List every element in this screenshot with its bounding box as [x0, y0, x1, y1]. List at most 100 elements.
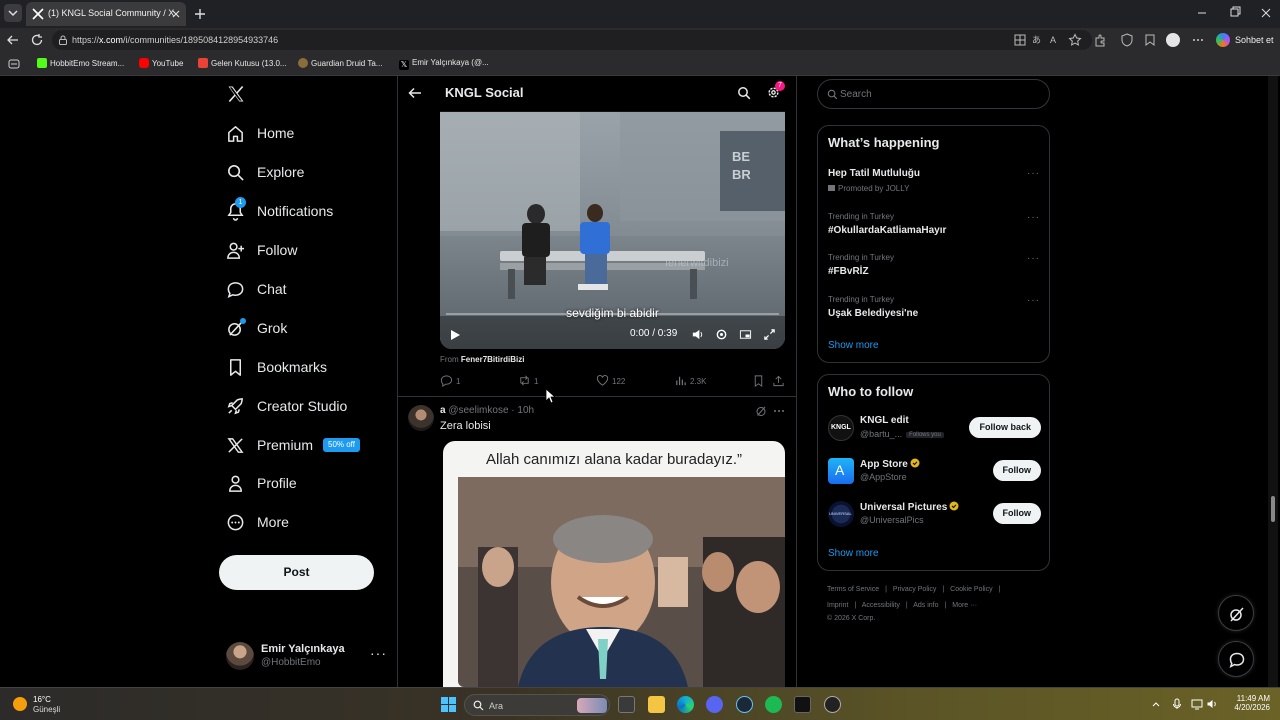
copilot-chat-button[interactable]: Sohbet et [1214, 31, 1274, 49]
refresh-icon[interactable] [30, 33, 44, 47]
show-more-link[interactable]: Show more [828, 340, 879, 351]
url-field[interactable]: https://x.com/i/communities/189508412895… [52, 30, 1092, 50]
settings-gear-icon[interactable] [715, 328, 728, 341]
nav-home[interactable]: Home [226, 121, 396, 147]
video-progress-track[interactable] [446, 313, 779, 315]
search-field[interactable] [817, 79, 1050, 109]
spotify-icon[interactable] [765, 696, 782, 713]
more-options-icon[interactable] [1191, 33, 1205, 47]
cookie-link[interactable]: Cookie Policy [950, 586, 992, 593]
volume-icon[interactable] [691, 328, 704, 341]
bookmark-item[interactable]: YouTube [139, 58, 183, 70]
restore-icon[interactable] [1225, 5, 1243, 21]
play-icon[interactable] [448, 328, 462, 342]
nav-profile[interactable]: Profile [226, 471, 396, 497]
obs-icon[interactable] [824, 696, 841, 713]
video-player[interactable]: BE BR fenerwitdibizi sevdiğim bi abidir … [440, 111, 785, 349]
nav-follow[interactable]: Follow [226, 238, 396, 264]
pip-icon[interactable] [739, 328, 752, 341]
trend-item[interactable]: Trending in Turkey Uşak Belediyesi'ne ··… [828, 295, 1043, 327]
grok-analyze-icon[interactable] [755, 405, 767, 417]
back-arrow-icon[interactable] [6, 33, 20, 47]
windows-start-icon[interactable] [440, 696, 457, 713]
follow-suggestion[interactable]: KNGL KNGL edit @bartu_... Follows you Fol… [828, 413, 1043, 443]
ads-info-link[interactable]: Ads info [913, 602, 938, 609]
trend-more-icon[interactable]: ··· [1027, 212, 1040, 223]
trend-more-icon[interactable]: ··· [1027, 168, 1040, 179]
footer-more-link[interactable]: More ··· [952, 602, 977, 609]
bookmark-item[interactable]: Guardian Druid Ta... [298, 58, 382, 70]
nav-chat[interactable]: Chat [226, 277, 396, 303]
post-more-icon[interactable] [773, 405, 785, 417]
chevron-up-icon[interactable] [1150, 698, 1162, 710]
network-icon[interactable] [1191, 698, 1203, 710]
bookmark-item[interactable]: 𝕏 Emir Yalçınkaya (@... [399, 58, 489, 70]
accessibility-link[interactable]: Accessibility [862, 602, 900, 609]
nav-notifications[interactable]: 1 Notifications [226, 197, 396, 225]
file-explorer-icon[interactable] [648, 696, 665, 713]
account-switcher[interactable]: Emir Yalçınkaya @HobbitEmo ··· [226, 639, 386, 671]
task-view-icon[interactable] [618, 696, 635, 713]
nav-grok[interactable]: Grok [226, 316, 396, 342]
fullscreen-icon[interactable] [763, 328, 776, 341]
taskbar-search[interactable]: Ara [464, 694, 610, 716]
tab-list-button[interactable] [4, 4, 22, 22]
collections-icon[interactable] [1143, 33, 1157, 47]
site-info-icon[interactable] [58, 35, 68, 45]
trend-more-icon[interactable]: ··· [1027, 295, 1040, 306]
microphone-icon[interactable] [1171, 698, 1183, 710]
bookmark-post-icon[interactable] [752, 374, 765, 388]
author-handle[interactable]: @seelimkose [448, 405, 508, 416]
follow-button[interactable]: Follow [992, 503, 1041, 524]
browser-tab-active[interactable]: (1) KNGL Social Community / X [26, 2, 186, 26]
search-icon[interactable] [737, 86, 751, 100]
new-tab-icon[interactable] [192, 6, 208, 22]
follow-suggestion[interactable]: UNIVERSAL Universal Pictures @UniversalP… [828, 499, 1043, 529]
taskbar-clock[interactable]: 11:49 AM 4/20/2026 [1228, 694, 1270, 712]
share-icon[interactable] [772, 374, 785, 388]
x-app-icon[interactable] [794, 696, 811, 713]
from-account[interactable]: Fener7BitirdiBizi [461, 355, 525, 364]
follow-back-button[interactable]: Follow back [969, 417, 1041, 438]
close-tab-icon[interactable] [169, 7, 183, 21]
shield-icon[interactable] [1120, 33, 1134, 47]
edge-browser-icon[interactable] [677, 696, 694, 713]
nav-more[interactable]: More [226, 510, 396, 536]
follow-suggestion[interactable]: A App Store @AppStore Follow [828, 456, 1043, 486]
post-image[interactable]: Allah canımızı alana kadar buradayız.” [443, 441, 785, 687]
nav-creator-studio[interactable]: Creator Studio [226, 394, 396, 420]
weather-sun-icon[interactable] [13, 697, 27, 711]
extensions-icon[interactable] [1093, 33, 1107, 47]
video-source[interactable]: From Fener7BitirdiBizi [440, 355, 524, 364]
author-name[interactable]: a [440, 405, 446, 416]
terms-link[interactable]: Terms of Service [827, 586, 879, 593]
trend-more-icon[interactable]: ··· [1027, 253, 1040, 264]
page-scrollbar[interactable] [1268, 76, 1278, 687]
trend-item[interactable]: Trending in Turkey #FBvRİZ ··· [828, 253, 1043, 285]
privacy-link[interactable]: Privacy Policy [893, 586, 937, 593]
grok-fab-button[interactable] [1218, 595, 1254, 631]
reading-list-icon[interactable] [8, 58, 20, 70]
discord-icon[interactable] [706, 696, 723, 713]
weather-temp[interactable]: 16°C [33, 695, 51, 704]
trend-item[interactable]: Trending in Turkey #OkullardaKatliamaHay… [828, 212, 1043, 244]
nav-premium[interactable]: Premium 50% off [226, 433, 396, 459]
read-aloud-icon[interactable]: A [1049, 33, 1063, 47]
post-time[interactable]: · 10h [511, 405, 534, 416]
post-button[interactable]: Post [219, 555, 374, 590]
x-logo-icon[interactable] [226, 84, 246, 104]
favorite-star-icon[interactable] [1068, 33, 1082, 47]
search-input[interactable] [840, 85, 1040, 104]
follow-button[interactable]: Follow [992, 460, 1041, 481]
show-more-link[interactable]: Show more [828, 548, 879, 559]
bookmark-item[interactable]: Gelen Kutusu (13.0... [198, 58, 287, 70]
scrollbar-thumb[interactable] [1271, 496, 1275, 522]
minimize-icon[interactable] [1193, 5, 1211, 21]
messages-fab-button[interactable] [1218, 641, 1254, 677]
nav-explore[interactable]: Explore [226, 160, 396, 186]
translate-icon[interactable]: あ [1031, 33, 1045, 47]
app-available-icon[interactable] [1013, 33, 1027, 47]
back-arrow-icon[interactable] [408, 86, 422, 100]
imprint-link[interactable]: Imprint [827, 602, 848, 609]
trend-item[interactable]: Hep Tatil Mutluluğu Promoted by JOLLY ··… [828, 168, 1043, 200]
